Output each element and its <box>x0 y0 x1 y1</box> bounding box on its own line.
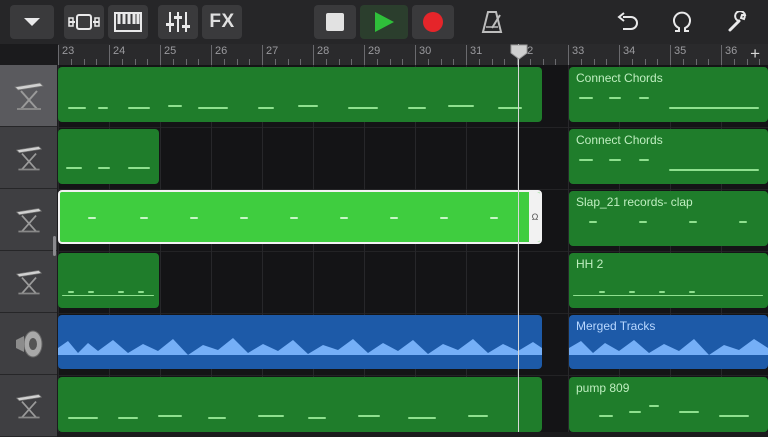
ruler-tick <box>211 45 212 65</box>
track-header-audio[interactable] <box>0 313 57 375</box>
wrench-icon <box>728 11 747 32</box>
midi-region[interactable] <box>58 129 159 184</box>
bar-number: 25 <box>164 45 177 57</box>
playhead-knob[interactable] <box>510 44 528 60</box>
region-name: Connect Chords <box>576 71 663 85</box>
play-button[interactable] <box>360 5 408 39</box>
ruler-tick <box>619 45 620 65</box>
midi-region[interactable]: Connect Chords <box>569 67 768 122</box>
ruler-tick <box>415 45 416 65</box>
loop-handle[interactable]: Ω <box>529 192 540 242</box>
keyboard-stand-icon <box>15 145 42 170</box>
fx-button[interactable]: FX <box>202 5 242 39</box>
keyboard-button[interactable] <box>108 5 148 39</box>
bar-number: 24 <box>113 45 126 57</box>
ruler-tick <box>364 45 365 65</box>
midi-region[interactable]: pump 809 <box>569 377 768 432</box>
bar-number: 31 <box>470 45 483 57</box>
bar-number: 26 <box>215 45 228 57</box>
region-name: HH 2 <box>576 257 604 271</box>
bar-number: 36 <box>725 45 738 57</box>
midi-region[interactable] <box>58 253 159 308</box>
bar-number: 28 <box>317 45 330 57</box>
bar-number: 29 <box>368 45 381 57</box>
ruler-tick <box>466 45 467 65</box>
region-name: Merged Tracks <box>576 319 656 333</box>
ruler-tick <box>109 45 110 65</box>
play-icon <box>375 12 394 32</box>
stop-button[interactable] <box>314 5 356 39</box>
bar-number: 23 <box>62 45 75 57</box>
tracks-view-icon <box>68 14 100 30</box>
settings-button[interactable] <box>718 5 758 39</box>
loop-icon <box>673 11 691 32</box>
undo-icon <box>617 12 638 30</box>
fx-label: FX <box>209 11 235 32</box>
midi-region[interactable] <box>58 67 542 122</box>
loop-browser-button[interactable] <box>662 5 702 39</box>
stop-icon <box>326 13 344 31</box>
undo-button[interactable] <box>608 5 648 39</box>
ruler-tick <box>58 45 59 65</box>
track-header-keyboard-3[interactable] <box>0 189 57 251</box>
tracks-view-button[interactable] <box>64 5 104 39</box>
keyboard-stand-icon <box>15 393 42 418</box>
add-section-button[interactable]: + <box>750 44 760 64</box>
midi-region[interactable]: HH 2 <box>569 253 768 308</box>
bar-number: 27 <box>266 45 279 57</box>
chevron-down-icon <box>24 18 40 26</box>
record-button[interactable] <box>412 5 454 39</box>
bar-number: 30 <box>419 45 432 57</box>
selected-midi-region[interactable]: Ω <box>58 190 542 244</box>
midi-region[interactable]: Slap_21 records- clap <box>569 191 768 246</box>
track-header-resize-handle[interactable] <box>53 236 56 256</box>
mixer-button[interactable] <box>158 5 198 39</box>
loop-glyph: Ω <box>531 212 539 222</box>
audio-region[interactable]: Merged Tracks <box>569 315 768 369</box>
keyboard-stand-icon <box>15 207 42 232</box>
mixer-sliders-icon <box>166 12 190 32</box>
playhead[interactable] <box>518 44 519 432</box>
bar-number: 33 <box>572 45 585 57</box>
ruler-tick <box>670 45 671 65</box>
control-bar: FX <box>0 0 768 44</box>
ruler-tick <box>262 45 263 65</box>
ruler-tick <box>160 45 161 65</box>
midi-region[interactable]: Connect Chords <box>569 129 768 184</box>
speaker-icon <box>15 330 42 357</box>
track-header-keyboard-4[interactable] <box>0 251 57 313</box>
ruler-tick <box>568 45 569 65</box>
record-icon <box>423 12 443 32</box>
bar-number: 35 <box>674 45 687 57</box>
keyboard-stand-icon <box>13 82 44 110</box>
timeline-ruler[interactable]: 23 24 25 26 27 28 29 30 31 32 33 34 35 3… <box>58 44 768 66</box>
region-name: Slap_21 records- clap <box>576 195 693 209</box>
bar-number: 34 <box>623 45 636 57</box>
menu-dropdown-button[interactable] <box>10 5 54 39</box>
ruler-tick <box>313 45 314 65</box>
track-headers <box>0 65 57 437</box>
region-name: pump 809 <box>576 381 630 395</box>
tracks-area[interactable]: Connect Chords Connect Chords Ω Slap_21 … <box>58 65 768 432</box>
keyboard-stand-icon <box>15 269 42 294</box>
track-header-keyboard-5[interactable] <box>0 375 57 437</box>
audio-region[interactable] <box>58 315 542 369</box>
metronome-icon <box>481 11 503 33</box>
waveform <box>58 338 542 355</box>
region-name: Connect Chords <box>576 133 663 147</box>
midi-region[interactable] <box>58 377 542 432</box>
track-header-keyboard-1[interactable] <box>0 65 57 127</box>
ruler-tick <box>721 45 722 65</box>
piano-keys-icon <box>114 12 142 32</box>
track-header-keyboard-2[interactable] <box>0 127 57 189</box>
metronome-button[interactable] <box>472 5 512 39</box>
